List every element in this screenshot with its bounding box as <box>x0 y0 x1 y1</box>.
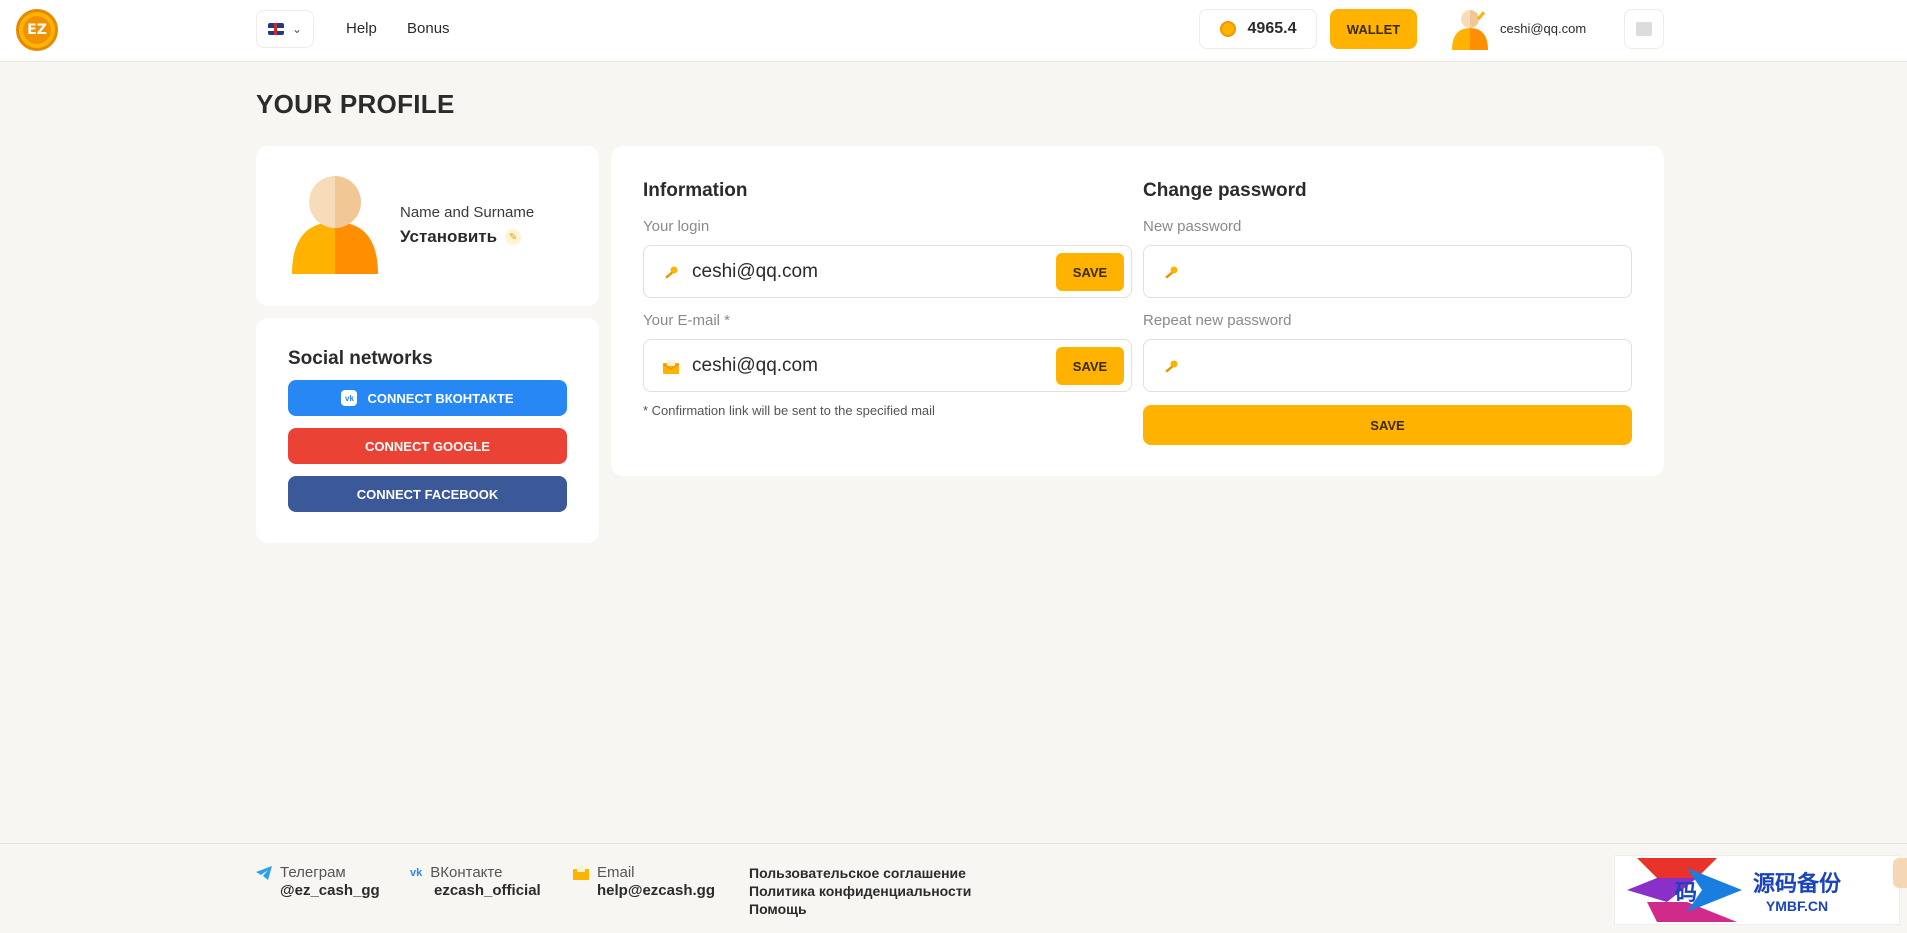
nav-bonus-link[interactable]: Bonus <box>407 20 450 37</box>
information-title: Information <box>643 180 748 201</box>
connect-vk-button[interactable]: vk CONNECT ВКОНТАКТЕ <box>288 380 567 416</box>
connect-facebook-label: CONNECT FACEBOOK <box>356 486 499 502</box>
wallet-button[interactable]: WALLET <box>1330 9 1417 49</box>
mail-icon <box>573 865 589 880</box>
footer-telegram-label: Телеграм <box>256 864 346 881</box>
email-save-button[interactable]: SAVE <box>1056 347 1124 385</box>
uk-flag-icon <box>267 23 284 35</box>
user-avatar-icon[interactable] <box>1450 8 1490 50</box>
logo-text: EZ <box>23 16 51 44</box>
change-password-title: Change password <box>1143 180 1307 201</box>
footer-telegram-link[interactable]: @ez_cash_gg <box>280 882 380 899</box>
footer-email-link[interactable]: help@ezcash.gg <box>597 882 715 899</box>
email-label-text: Email <box>597 864 635 881</box>
balance-display: 4965.4 <box>1199 9 1317 49</box>
email-label: Your E-mail * <box>643 312 730 329</box>
watermark-en: YMBF.CN <box>1765 898 1829 914</box>
email-input[interactable] <box>692 350 1022 382</box>
page-title: YOUR PROFILE <box>256 89 455 119</box>
repeat-password-label: Repeat new password <box>1143 312 1292 329</box>
confirmation-hint: * Confirmation link will be sent to the … <box>643 403 935 418</box>
language-selector[interactable]: ⌄ <box>256 10 314 48</box>
vk-label-text: ВКонтакте <box>430 864 503 881</box>
coin-icon <box>1219 21 1236 37</box>
email-field: SAVE <box>643 339 1132 392</box>
key-icon <box>1162 264 1180 282</box>
new-password-input[interactable] <box>1192 256 1522 288</box>
balance-value: 4965.4 <box>1247 20 1297 37</box>
footer-vk-label: vk ВКонтакте <box>410 864 502 881</box>
login-field: SAVE <box>643 245 1132 298</box>
watermark-logo-icon: 码 <box>1627 858 1742 922</box>
profile-avatar-icon[interactable] <box>292 176 378 274</box>
watermark: 码 源码备份 YMBF.CN <box>1614 855 1900 925</box>
vk-icon: vk <box>341 390 358 406</box>
footer-link-help[interactable]: Помощь <box>749 901 807 917</box>
repeat-password-input[interactable] <box>1192 350 1522 382</box>
top-bar: EZ ⌄ Help Bonus 4965.4 WALLET ceshi@qq.c… <box>0 0 1907 62</box>
nav-help-link[interactable]: Help <box>346 20 377 37</box>
mail-icon <box>662 358 680 376</box>
key-icon <box>1162 358 1180 376</box>
password-save-button[interactable]: SAVE <box>1143 405 1632 445</box>
watermark-text: 源码备份 YMBF.CN <box>1753 866 1841 914</box>
header-user-email[interactable]: ceshi@qq.com <box>1500 21 1586 36</box>
chevron-down-icon: ⌄ <box>291 22 303 36</box>
footer-email-label: Email <box>573 864 635 881</box>
name-edit-link[interactable]: Установить ✎ <box>400 227 522 247</box>
watermark-cn: 源码备份 <box>1753 872 1842 897</box>
profile-card: Name and Surname Установить ✎ <box>256 146 599 306</box>
telegram-label-text: Телеграм <box>280 864 346 881</box>
repeat-password-field <box>1143 339 1632 392</box>
vk-icon: vk <box>410 866 423 879</box>
information-card: Information Your login SAVE Your E-mail … <box>611 146 1664 476</box>
logo[interactable]: EZ <box>16 9 58 51</box>
connect-google-button[interactable]: CONNECT GOOGLE <box>288 428 567 464</box>
connect-facebook-button[interactable]: CONNECT FACEBOOK <box>288 476 567 512</box>
footer-link-user-agreement[interactable]: Пользовательское соглашение <box>749 865 966 881</box>
footer-vk-link[interactable]: ezcash_official <box>434 882 541 899</box>
pencil-icon[interactable]: ✎ <box>505 229 522 245</box>
social-networks-card: Social networks vk CONNECT ВКОНТАКТЕ CON… <box>256 318 599 543</box>
side-tab[interactable] <box>1893 858 1907 888</box>
name-value: Установить <box>400 227 498 246</box>
footer-link-privacy-policy[interactable]: Политика конфиденциальности <box>749 883 971 899</box>
logout-button[interactable] <box>1624 9 1664 49</box>
new-password-label: New password <box>1143 218 1242 235</box>
connect-google-label: CONNECT GOOGLE <box>365 438 490 454</box>
watermark-glyph: 码 <box>1675 881 1697 906</box>
login-label: Your login <box>643 218 710 235</box>
new-password-field <box>1143 245 1632 298</box>
login-key-icon <box>662 264 680 282</box>
connect-vk-label: CONNECT ВКОНТАКТЕ <box>367 390 514 406</box>
login-input[interactable] <box>692 256 1022 288</box>
logout-icon <box>1636 22 1652 36</box>
telegram-icon <box>256 865 272 880</box>
social-networks-title: Social networks <box>288 348 433 369</box>
login-save-button[interactable]: SAVE <box>1056 253 1124 291</box>
name-label: Name and Surname <box>400 204 535 221</box>
